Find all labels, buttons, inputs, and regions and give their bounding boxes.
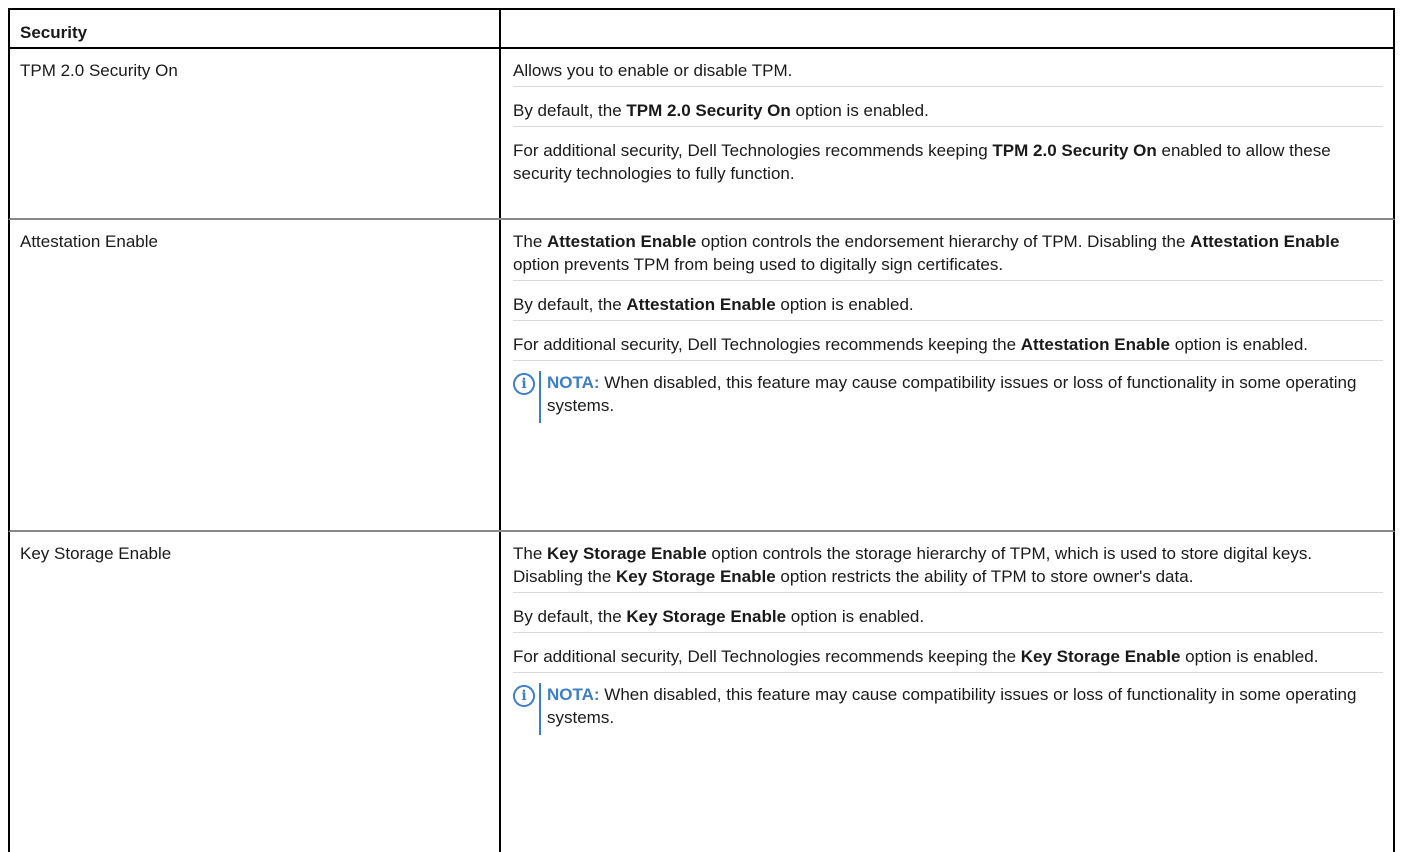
table-row: TPM 2.0 Security On Allows you to enable…: [8, 49, 1395, 220]
option-description: The Key Storage Enable option controls t…: [499, 532, 1393, 852]
header-description: [499, 10, 1393, 47]
option-name: TPM 2.0 Security On: [20, 61, 178, 80]
paragraph: By default, the Key Storage Enable optio…: [513, 595, 1383, 633]
option-name: Attestation Enable: [20, 232, 158, 251]
header-security: Security: [20, 23, 88, 42]
paragraph: For additional security, Dell Technologi…: [513, 141, 1331, 183]
paragraph: By default, the TPM 2.0 Security On opti…: [513, 89, 1383, 127]
note: i NOTA: When disabled, this feature may …: [513, 675, 1383, 735]
paragraph: Allows you to enable or disable TPM.: [513, 49, 1383, 87]
paragraph: For additional security, Dell Technologi…: [513, 323, 1383, 361]
note-body: NOTA: When disabled, this feature may ca…: [539, 371, 1383, 423]
paragraph: For additional security, Dell Technologi…: [513, 635, 1383, 673]
paragraph: The Key Storage Enable option controls t…: [513, 532, 1383, 593]
option-name: Key Storage Enable: [20, 544, 172, 563]
note-label: NOTA:: [547, 685, 600, 704]
option-description: The Attestation Enable option controls t…: [499, 220, 1393, 530]
info-icon: i: [513, 373, 535, 395]
paragraph: The Attestation Enable option controls t…: [513, 220, 1383, 281]
table-header-row: Security: [8, 8, 1395, 49]
note-text: When disabled, this feature may cause co…: [547, 685, 1357, 727]
option-description: Allows you to enable or disable TPM. By …: [499, 49, 1393, 218]
paragraph: By default, the Attestation Enable optio…: [513, 283, 1383, 321]
note-text: When disabled, this feature may cause co…: [547, 373, 1357, 415]
note: i NOTA: When disabled, this feature may …: [513, 363, 1383, 423]
note-label: NOTA:: [547, 373, 600, 392]
note-body: NOTA: When disabled, this feature may ca…: [539, 683, 1383, 735]
table-row: Key Storage Enable The Key Storage Enabl…: [8, 532, 1395, 852]
info-icon: i: [513, 685, 535, 707]
table-row: Attestation Enable The Attestation Enabl…: [8, 220, 1395, 532]
security-table: Security TPM 2.0 Security On Allows you …: [8, 8, 1395, 852]
